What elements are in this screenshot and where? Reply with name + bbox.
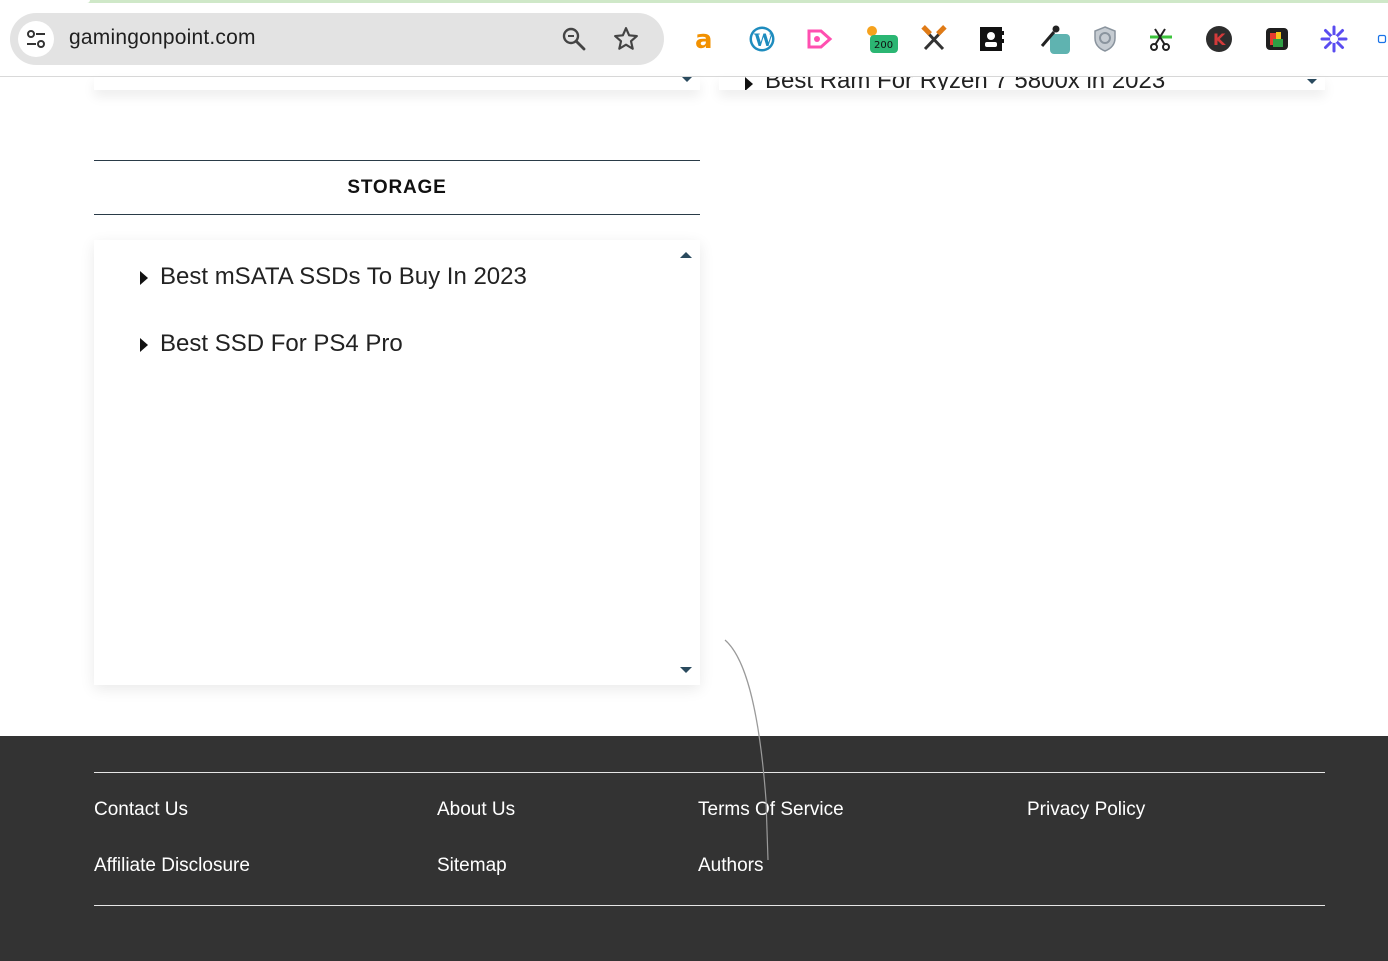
- address-bar[interactable]: gamingonpoint.com: [10, 13, 664, 65]
- tune-icon[interactable]: [18, 21, 54, 57]
- footer-link-terms-of-service[interactable]: Terms Of Service: [698, 799, 844, 821]
- scroll-down-icon[interactable]: [682, 77, 692, 82]
- storage-list: Best mSATA SSDs To Buy In 2023 Best SSD …: [138, 260, 527, 394]
- list-item[interactable]: Best SSD For PS4 Pro: [138, 327, 527, 394]
- hand-extension-icon[interactable]: [1262, 24, 1292, 54]
- svg-text:200: 200: [874, 40, 893, 51]
- footer-link-authors[interactable]: Authors: [698, 855, 763, 877]
- sparkle-extension-icon[interactable]: [1319, 24, 1349, 54]
- amazon-extension-icon[interactable]: a: [690, 24, 720, 54]
- counter-extension-icon[interactable]: 200: [864, 24, 900, 54]
- footer-divider: [94, 905, 1325, 906]
- scroll-up-icon[interactable]: [680, 252, 692, 258]
- contacts-extension-icon[interactable]: [976, 24, 1006, 54]
- list-item[interactable]: Best Ram For Ryzen 7 5800x in 2023: [744, 77, 1165, 90]
- page-load-indicator: [0, 0, 1388, 3]
- svg-text:W: W: [753, 31, 774, 51]
- footer-link-sitemap[interactable]: Sitemap: [437, 855, 507, 877]
- overflow-extension-icon[interactable]: [1376, 24, 1388, 54]
- right-list-card: Best Ram For Ryzen 7 5800x in 2023: [719, 77, 1325, 90]
- wordpress-extension-icon[interactable]: W: [747, 24, 777, 54]
- footer-link-about-us[interactable]: About Us: [437, 799, 515, 821]
- footer-divider: [94, 772, 1325, 773]
- footer-link-contact-us[interactable]: Contact Us: [94, 799, 188, 821]
- footer-link-affiliate-disclosure[interactable]: Affiliate Disclosure: [94, 855, 250, 877]
- url-text[interactable]: gamingonpoint.com: [69, 26, 256, 50]
- tools-extension-icon[interactable]: [919, 24, 949, 54]
- eyedropper-extension-icon[interactable]: [1038, 24, 1072, 54]
- storage-list-card: Best mSATA SSDs To Buy In 2023 Best SSD …: [94, 240, 700, 685]
- scroll-down-icon[interactable]: [1307, 79, 1317, 84]
- zoom-icon[interactable]: [560, 25, 588, 53]
- previous-card-bottom: [94, 77, 700, 90]
- k-extension-icon[interactable]: K: [1204, 24, 1234, 54]
- footer-link-privacy-policy[interactable]: Privacy Policy: [1027, 799, 1145, 821]
- svg-text:K: K: [1213, 30, 1226, 49]
- site-footer: Contact Us About Us Terms Of Service Pri…: [0, 736, 1388, 961]
- star-icon[interactable]: [612, 25, 640, 53]
- storage-section-heading: STORAGE: [94, 160, 700, 215]
- scroll-down-icon[interactable]: [680, 667, 692, 673]
- list-item[interactable]: Best mSATA SSDs To Buy In 2023: [138, 260, 527, 327]
- browser-toolbar: gamingonpoint.com a W 200 K: [0, 0, 1388, 77]
- section-title: STORAGE: [347, 176, 447, 198]
- pink-arrow-extension-icon[interactable]: [804, 24, 834, 54]
- shield-extension-icon[interactable]: [1090, 24, 1120, 54]
- scissors-extension-icon[interactable]: [1146, 24, 1176, 54]
- svg-text:a: a: [695, 25, 713, 53]
